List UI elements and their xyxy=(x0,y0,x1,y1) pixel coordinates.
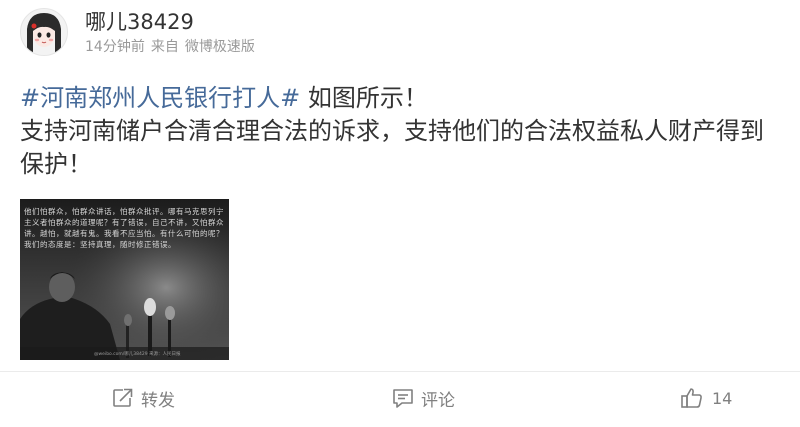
post-meta: 14分钟前 来自 微博极速版 xyxy=(85,38,261,56)
comment-label: 评论 xyxy=(421,390,455,411)
hashtag-link[interactable]: #河南郑州人民银行打人# xyxy=(20,84,300,112)
like-count: 14 xyxy=(712,388,733,408)
like-button[interactable]: 14 xyxy=(680,383,732,413)
username[interactable]: 哪儿38429 xyxy=(85,8,194,36)
repost-label: 转发 xyxy=(141,390,175,411)
via-label: 来自 xyxy=(150,39,179,55)
post-text-line1: 如图所示！ xyxy=(300,84,428,112)
post-source[interactable]: 微博极速版 xyxy=(185,39,255,55)
image-watermark: @weibo.com/哪儿38429 来源：人民日报 xyxy=(94,352,181,357)
avatar[interactable] xyxy=(20,8,68,56)
post-image[interactable]: 他们怕群众，怕群众讲话，怕群众批评。哪有马克思列宁主义者怕群众的道理呢？有了错误… xyxy=(20,199,229,360)
thumbs-up-icon xyxy=(680,386,704,410)
post-time[interactable]: 14分钟前 xyxy=(85,39,145,55)
comment-icon xyxy=(391,386,415,410)
post-text: #河南郑州人民银行打人# 如图所示！ 支持河南储户合清合理合法的诉求，支持他们的… xyxy=(20,82,785,181)
comment-button[interactable]: 评论 xyxy=(391,383,455,413)
share-icon xyxy=(111,386,135,410)
post-text-line2: 支持河南储户合清合理合法的诉求，支持他们的合法权益私人财产得到保护！ xyxy=(20,117,764,178)
image-quote-text: 他们怕群众，怕群众讲话，怕群众批评。哪有马克思列宁主义者怕群众的道理呢？有了错误… xyxy=(24,207,224,249)
divider xyxy=(0,371,800,372)
weibo-post-card: 哪儿38429 14分钟前 来自 微博极速版 #河南郑州人民银行打人# 如图所示！ … xyxy=(0,0,800,427)
repost-button[interactable]: 转发 xyxy=(111,383,175,413)
